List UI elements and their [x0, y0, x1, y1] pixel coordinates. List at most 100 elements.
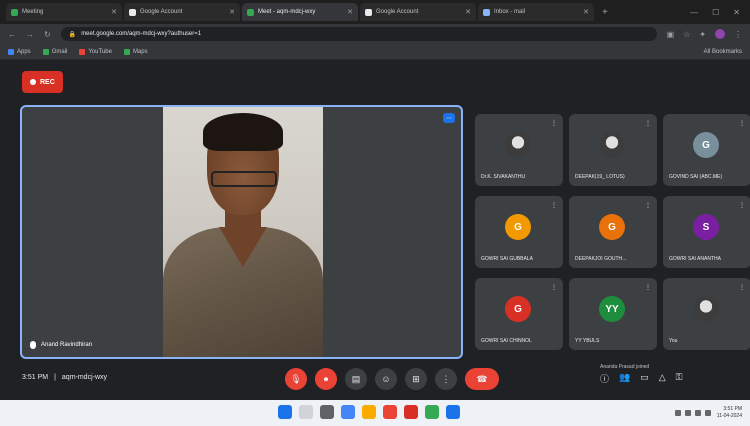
- battery-icon[interactable]: [704, 410, 711, 416]
- camera-off-button[interactable]: ⏺: [315, 368, 337, 390]
- chrome-icon[interactable]: [425, 405, 439, 419]
- tab-label: Google Account: [376, 9, 419, 15]
- browser-tab[interactable]: Inbox - mail ✕: [478, 3, 594, 21]
- tab-label: Inbox - mail: [494, 9, 526, 15]
- star-icon[interactable]: ☆: [683, 30, 690, 39]
- all-bookmarks-link[interactable]: All Bookmarks: [704, 49, 742, 55]
- wifi-icon[interactable]: [684, 410, 691, 416]
- tab-favicon: [247, 8, 254, 16]
- participant-tile[interactable]: ⋮ You: [663, 278, 750, 350]
- record-icon: [30, 79, 36, 85]
- present-button[interactable]: ⊞: [405, 368, 427, 390]
- task-view-icon[interactable]: [320, 405, 334, 419]
- minimize-icon[interactable]: —: [690, 8, 698, 17]
- person-hair: [203, 113, 283, 151]
- opera-icon[interactable]: [383, 405, 397, 419]
- tray-icons[interactable]: [674, 410, 711, 416]
- bookmark-item[interactable]: YouTube: [79, 48, 112, 55]
- participant-name: Dr.K. SIVAKANTHU: [481, 174, 526, 180]
- participant-tile[interactable]: ⋮ Dr.K. SIVAKANTHU: [475, 114, 563, 186]
- participant-tile[interactable]: ⋮ DEEPAK(19_ LOTUS): [569, 114, 657, 186]
- browser-tab-active[interactable]: Meet - aqm-mdcj-wxy ✕: [242, 3, 358, 21]
- avatar: G: [505, 214, 531, 240]
- maximize-icon[interactable]: ☐: [712, 8, 719, 17]
- bookmark-item[interactable]: Maps: [123, 48, 148, 55]
- extensions-icon[interactable]: ✦: [699, 30, 706, 39]
- info-icon[interactable]: ⓘ: [600, 372, 609, 385]
- chat-icon[interactable]: ▭: [640, 372, 649, 385]
- mic-off-icon: ⋮: [551, 203, 557, 209]
- bookmark-item[interactable]: Apps: [8, 48, 31, 55]
- participant-tile[interactable]: ⋮ G GOVIND SAI (ABC.ME): [663, 114, 750, 186]
- main-video-tile[interactable]: ⋯ Anand Ravindhiran: [20, 105, 463, 359]
- meeting-code[interactable]: aqm-mdcj-wxy: [62, 374, 107, 381]
- participant-name: GOWRI SAI CHINNOL: [481, 338, 532, 344]
- participant-tile[interactable]: ⋮ G GOWRI SAI GUBBALA: [475, 196, 563, 268]
- menu-icon[interactable]: ⋮: [734, 30, 742, 39]
- participant-name: DEEPAK(19_ LOTUS): [575, 174, 625, 180]
- meeting-control-bar: 3:51 PM | aqm-mdcj-wxy 🎙 ⏺ ▤ ☺ ⊞ ⋮ ☎ Ana…: [0, 362, 750, 400]
- reload-icon[interactable]: ↻: [44, 30, 51, 39]
- participant-name: GOVIND SAI (ABC.ME): [669, 174, 723, 180]
- forward-icon[interactable]: →: [26, 30, 34, 39]
- participant-tile[interactable]: ⋮ YY YY YBULS: [569, 278, 657, 350]
- bookmark-item[interactable]: Gmail: [42, 48, 67, 55]
- search-icon[interactable]: [299, 405, 313, 419]
- host-controls-icon[interactable]: ⚿: [676, 372, 683, 385]
- avatar: G: [693, 132, 719, 158]
- system-tray: 3:51 PM 11-04-2024: [674, 406, 742, 420]
- close-icon[interactable]: ✕: [465, 8, 471, 16]
- volume-icon[interactable]: [694, 410, 701, 416]
- file-explorer-icon[interactable]: [341, 405, 355, 419]
- chevron-up-icon[interactable]: [674, 410, 681, 416]
- end-call-button[interactable]: ☎: [465, 368, 499, 390]
- people-icon[interactable]: 👥: [619, 372, 630, 385]
- browser-tab[interactable]: Meeting ✕: [6, 3, 122, 21]
- tab-label: Google Account: [140, 9, 183, 15]
- more-options-button[interactable]: ⋮: [435, 368, 457, 390]
- app-icon[interactable]: [404, 405, 418, 419]
- tab-label: Meet - aqm-mdcj-wxy: [258, 9, 316, 15]
- participant-tile[interactable]: ⋮ S GOWRI SAI ANANTHA: [663, 196, 750, 268]
- window-controls: — ☐ ✕: [690, 8, 750, 17]
- browser-tab-strip: Meeting ✕ Google Account ✕ Meet - aqm-md…: [0, 0, 750, 24]
- activities-icon[interactable]: △: [659, 372, 666, 385]
- taskbar-date: 11-04-2024: [716, 413, 742, 419]
- meeting-info: 3:51 PM | aqm-mdcj-wxy: [22, 374, 107, 381]
- participant-name: DEEPAKJOI GOUTH...: [575, 256, 627, 262]
- close-icon[interactable]: ✕: [111, 8, 117, 16]
- taskbar-clock[interactable]: 3:51 PM 11-04-2024: [717, 406, 742, 420]
- mic-off-icon: ⋮: [645, 121, 651, 127]
- participant-name: GOWRI SAI GUBBALA: [481, 256, 533, 262]
- windows-start-icon[interactable]: [278, 405, 292, 419]
- participant-tile[interactable]: ⋮ G DEEPAKJOI GOUTH...: [569, 196, 657, 268]
- bookmark-label: YouTube: [88, 48, 112, 55]
- profile-avatar[interactable]: [715, 29, 725, 39]
- tab-favicon: [129, 8, 136, 16]
- mic-off-icon: ⋮: [645, 203, 651, 209]
- mic-off-icon: ⋮: [551, 285, 557, 291]
- more-options-icon[interactable]: ⋯: [443, 113, 455, 123]
- close-icon[interactable]: ✕: [347, 8, 353, 16]
- mic-off-button[interactable]: 🎙: [285, 368, 307, 390]
- avatar: [599, 132, 625, 158]
- close-window-icon[interactable]: ✕: [733, 8, 740, 17]
- emoji-button[interactable]: ☺: [375, 368, 397, 390]
- url-field[interactable]: 🔒 meet.google.com/aqm-mdcj-wxy?authuser=…: [60, 27, 657, 41]
- mic-off-icon: ⋮: [739, 121, 745, 127]
- new-tab-button[interactable]: +: [596, 7, 614, 18]
- main-participant-name: Anand Ravindhiran: [41, 342, 93, 348]
- recording-badge[interactable]: REC: [22, 71, 63, 93]
- camera-indicator-icon[interactable]: ▣: [667, 30, 675, 39]
- folder-icon[interactable]: [362, 405, 376, 419]
- store-icon[interactable]: [446, 405, 460, 419]
- close-icon[interactable]: ✕: [229, 8, 235, 16]
- mic-off-icon: ⋮: [739, 203, 745, 209]
- browser-tab[interactable]: Google Account ✕: [124, 3, 240, 21]
- participant-tile[interactable]: ⋮ G GOWRI SAI CHINNOL: [475, 278, 563, 350]
- taskbar-apps: [278, 405, 460, 419]
- captions-button[interactable]: ▤: [345, 368, 367, 390]
- back-icon[interactable]: ←: [8, 30, 16, 39]
- browser-tab[interactable]: Google Account ✕: [360, 3, 476, 21]
- close-icon[interactable]: ✕: [583, 8, 589, 16]
